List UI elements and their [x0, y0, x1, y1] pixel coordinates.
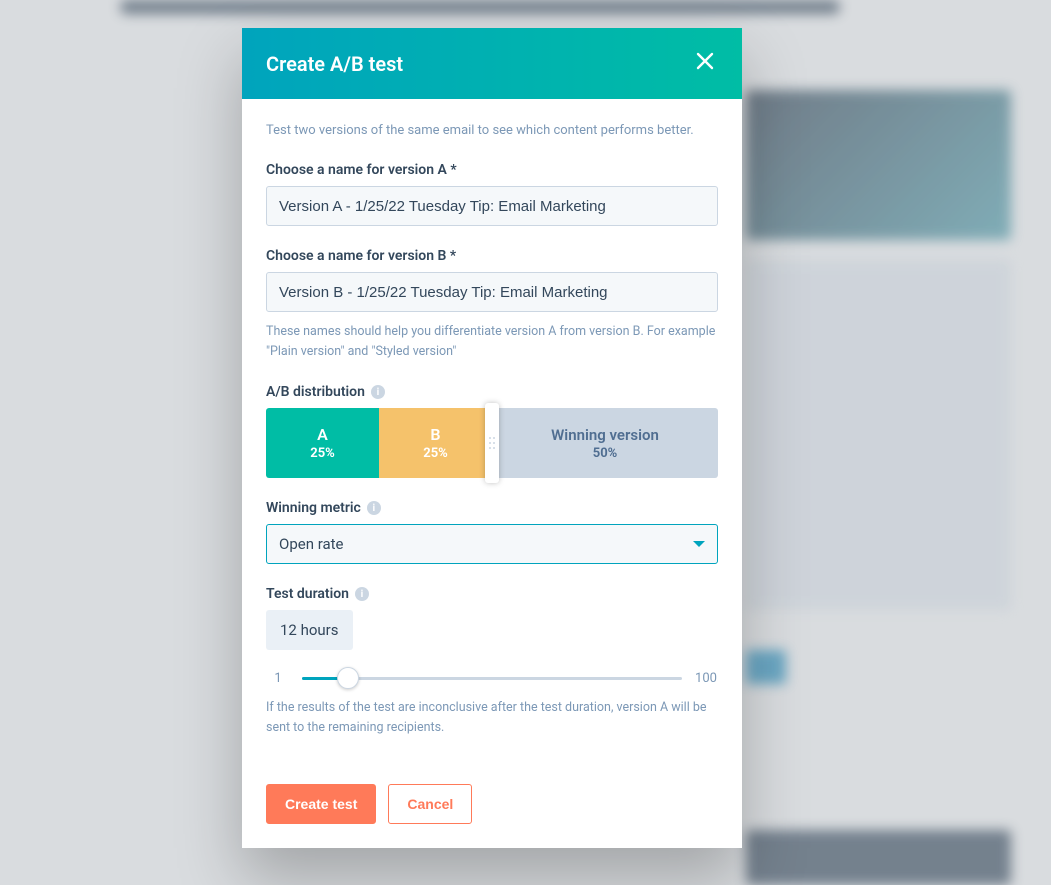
segment-a-pct: 25% [310, 446, 335, 461]
modal-footer: Create test Cancel [242, 768, 742, 848]
intro-text: Test two versions of the same email to s… [266, 123, 718, 138]
test-duration-label-text: Test duration [266, 586, 349, 602]
modal-title: Create A/B test [266, 52, 403, 76]
slider-thumb[interactable] [337, 667, 359, 689]
names-helper-text: These names should help you differentiat… [266, 322, 718, 362]
version-a-field: Choose a name for version A * [266, 162, 718, 226]
distribution-field: A/B distribution i A 25% B 25% Winning v… [266, 384, 718, 478]
distribution-label-text: A/B distribution [266, 384, 365, 400]
segment-b-title: B [430, 425, 440, 444]
winning-metric-value: Open rate [279, 535, 344, 553]
winning-metric-label: Winning metric i [266, 500, 718, 516]
slider-track [302, 677, 682, 680]
distribution-label: A/B distribution i [266, 384, 718, 400]
info-icon[interactable]: i [371, 385, 385, 399]
version-b-field: Choose a name for version B * These name… [266, 248, 718, 362]
segment-winning-pct: 50% [593, 446, 618, 461]
test-duration-label: Test duration i [266, 586, 718, 602]
test-duration-value: 12 hours [266, 610, 353, 650]
winning-metric-field: Winning metric i Open rate [266, 500, 718, 564]
modal-body: Test two versions of the same email to s… [242, 99, 742, 768]
slider-min: 1 [266, 671, 290, 686]
cancel-button[interactable]: Cancel [388, 784, 472, 824]
segment-version-b: B 25% [379, 408, 492, 478]
info-icon[interactable]: i [367, 501, 381, 515]
segment-version-a: A 25% [266, 408, 379, 478]
info-icon[interactable]: i [355, 587, 369, 601]
close-icon[interactable] [692, 48, 718, 79]
segment-winning: Winning version 50% [492, 408, 718, 478]
chevron-down-icon [693, 541, 705, 547]
duration-slider-row: 1 100 [266, 668, 718, 688]
create-test-button[interactable]: Create test [266, 784, 376, 824]
version-b-label: Choose a name for version B * [266, 248, 718, 264]
slider-max: 100 [694, 671, 718, 686]
modal-header: Create A/B test [242, 28, 742, 99]
segment-a-title: A [317, 425, 328, 444]
version-a-input[interactable] [266, 186, 718, 226]
distribution-bar[interactable]: A 25% B 25% Winning version 50% [266, 408, 718, 478]
duration-slider[interactable] [302, 668, 682, 688]
ab-test-modal: Create A/B test Test two versions of the… [242, 28, 742, 848]
winning-metric-select[interactable]: Open rate [266, 524, 718, 564]
winning-metric-label-text: Winning metric [266, 500, 361, 516]
segment-winning-title: Winning version [551, 426, 659, 444]
duration-helper-text: If the results of the test are inconclus… [266, 698, 718, 738]
test-duration-field: Test duration i 12 hours 1 100 If the re… [266, 586, 718, 738]
segment-b-pct: 25% [423, 446, 448, 461]
version-a-label: Choose a name for version A * [266, 162, 718, 178]
distribution-handle[interactable] [485, 403, 499, 483]
version-b-input[interactable] [266, 272, 718, 312]
